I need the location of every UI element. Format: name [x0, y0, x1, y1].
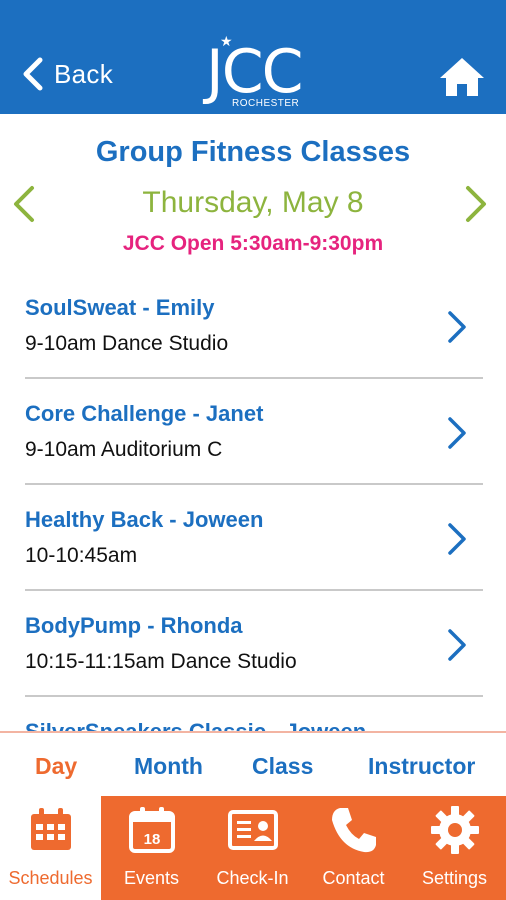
back-button[interactable]: Back — [18, 52, 113, 96]
class-detail: 10:15-11:15am Dance Studio — [25, 650, 297, 673]
row-divider — [25, 695, 483, 697]
nav-schedules[interactable]: Schedules — [0, 796, 101, 900]
jcc-logo: ★ JCC ROCHESTER — [200, 34, 310, 112]
class-title: SoulSweat - Emily — [25, 295, 215, 320]
class-title: Core Challenge - Janet — [25, 401, 264, 426]
app-header: Back ★ JCC ROCHESTER — [0, 0, 506, 114]
class-detail: 9-10am Auditorium C — [25, 438, 223, 461]
gear-icon — [431, 806, 479, 854]
class-detail: 9-10am Dance Studio — [25, 332, 229, 355]
class-title: Healthy Back - Joween — [25, 507, 264, 532]
schedule-view-tabs: Day Month Class Instructor — [0, 733, 506, 796]
chevron-right-icon — [448, 311, 466, 343]
class-title: BodyPump - Rhonda — [25, 613, 243, 638]
events-icon-day: 18 — [144, 831, 161, 848]
nav-label: Settings — [421, 868, 488, 888]
row-divider — [25, 377, 483, 379]
nav-label: Schedules — [8, 868, 93, 888]
row-divider — [25, 589, 483, 591]
page-title: Group Fitness Classes — [95, 136, 411, 168]
nav-contact[interactable]: Contact — [303, 796, 404, 900]
chevron-right-icon — [448, 523, 466, 555]
class-row[interactable]: Healthy Back - Joween 10-10:45am — [0, 486, 506, 592]
bottom-nav: Schedules 18 Events Check-In Contact Set… — [0, 796, 506, 900]
class-detail: 10-10:45am — [25, 544, 138, 567]
class-row[interactable]: SoulSweat - Emily 9-10am Dance Studio — [0, 274, 506, 380]
class-list: SoulSweat - Emily 9-10am Dance Studio Co… — [0, 274, 506, 732]
row-divider — [25, 483, 483, 485]
home-icon[interactable] — [438, 56, 486, 98]
chevron-left-icon — [23, 57, 43, 91]
date-navigator: Thursday, May 8 — [0, 184, 506, 228]
calendar-18-icon: 18 — [129, 807, 175, 853]
nav-check-in[interactable]: Check-In — [202, 796, 303, 900]
class-row[interactable]: Core Challenge - Janet 9-10am Auditorium… — [0, 380, 506, 486]
back-label: Back — [54, 58, 114, 89]
open-hours: JCC Open 5:30am-9:30pm — [122, 232, 384, 255]
phone-icon — [332, 808, 376, 853]
nav-label: Events — [123, 868, 180, 888]
logo-subtext: ROCHESTER — [232, 98, 300, 109]
nav-label: Contact — [322, 868, 385, 888]
tab-day[interactable]: Day — [35, 753, 77, 780]
chevron-right-icon — [448, 629, 466, 661]
nav-settings[interactable]: Settings — [404, 796, 505, 900]
chevron-right-icon — [448, 417, 466, 449]
tab-class[interactable]: Class — [252, 753, 313, 780]
class-row[interactable]: BodyPump - Rhonda 10:15-11:15am Dance St… — [0, 592, 506, 698]
logo-text: JCC — [206, 37, 303, 107]
nav-label: Check-In — [216, 868, 289, 888]
tab-month[interactable]: Month — [134, 753, 203, 780]
calendar-grid-icon — [31, 808, 71, 850]
current-date: Thursday, May 8 — [142, 186, 364, 219]
class-row[interactable]: SilverSneakers Classic - Joween — [0, 698, 506, 732]
nav-events[interactable]: 18 Events — [101, 796, 202, 900]
next-day-chevron-icon[interactable] — [462, 184, 490, 224]
id-card-icon — [228, 810, 278, 850]
tab-instructor[interactable]: Instructor — [368, 753, 475, 780]
